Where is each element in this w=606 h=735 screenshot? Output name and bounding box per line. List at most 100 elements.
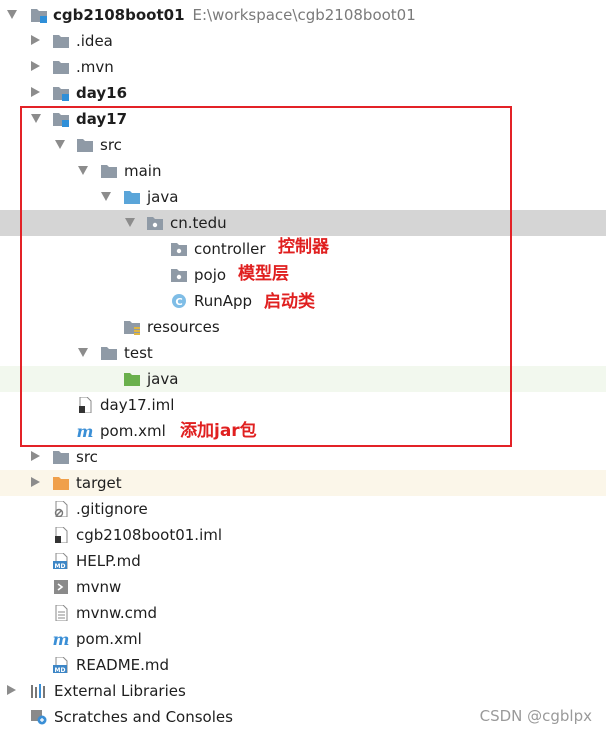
tree-row-gitignore[interactable]: .gitignore — [0, 496, 606, 522]
tree-label-main: main — [124, 162, 162, 180]
tree-label-day17-iml: day17.iml — [100, 396, 175, 414]
chevron-down-icon[interactable] — [7, 10, 17, 19]
excluded-folder-icon — [52, 475, 70, 491]
tree-label-mvnw: mvnw — [76, 578, 122, 596]
tree-row-external-libraries[interactable]: External Libraries — [0, 678, 606, 704]
folder-icon — [100, 345, 118, 361]
tree-row-day17-iml[interactable]: day17.iml — [0, 392, 606, 418]
tree-label-root: cgb2108boot01 E:\workspace\cgb2108boot01 — [53, 2, 416, 28]
tree-row-readme[interactable]: README.md — [0, 652, 606, 678]
annotation-runapp: 启动类 — [264, 292, 315, 312]
folder-icon — [76, 137, 94, 153]
tree-row-day17-pom[interactable]: pom.xml — [0, 418, 606, 444]
tree-label-idea: .idea — [76, 32, 113, 50]
chevron-down-icon[interactable] — [31, 114, 41, 123]
tree-label-gitignore: .gitignore — [76, 500, 148, 518]
annotation-controller: 控制器 — [278, 237, 329, 257]
tree-label-resources: resources — [147, 318, 220, 336]
tree-label-root-pom: pom.xml — [76, 630, 142, 648]
chevron-right-icon[interactable] — [31, 61, 40, 71]
tree-label-root-src: src — [76, 448, 98, 466]
tree-row-src[interactable]: src — [0, 132, 606, 158]
tree-row-pojo[interactable]: pojo — [0, 262, 606, 288]
tree-label-test-java: java — [147, 370, 179, 388]
tree-row-root-iml[interactable]: cgb2108boot01.iml — [0, 522, 606, 548]
source-folder-icon — [123, 189, 141, 205]
file-icon — [76, 397, 94, 413]
tree-label-day16: day16 — [76, 84, 128, 102]
text-file-icon — [52, 605, 70, 621]
maven-icon — [76, 423, 94, 439]
tree-label-readme: README.md — [76, 656, 170, 674]
chevron-right-icon[interactable] — [31, 451, 40, 461]
scratches-icon — [30, 709, 48, 725]
root-name: cgb2108boot01 — [53, 6, 185, 24]
tree-row-mvnw-cmd[interactable]: mvnw.cmd — [0, 600, 606, 626]
watermark: CSDN @cgblpx — [479, 707, 592, 725]
file-icon — [52, 527, 70, 543]
module-folder-icon — [52, 85, 70, 101]
tree-label-day17-pom: pom.xml — [100, 422, 166, 440]
class-icon — [170, 293, 188, 309]
resources-folder-icon — [123, 319, 141, 335]
chevron-right-icon[interactable] — [31, 87, 40, 97]
package-icon — [170, 267, 188, 283]
chevron-down-icon[interactable] — [125, 218, 135, 227]
tree-row-cn-tedu[interactable]: cn.tedu — [0, 210, 606, 236]
markdown-icon — [52, 553, 70, 569]
maven-icon — [52, 631, 70, 647]
tree-label-help-md: HELP.md — [76, 552, 141, 570]
tree-label-java: java — [147, 188, 179, 206]
chevron-right-icon[interactable] — [31, 477, 40, 487]
tree-row-mvnw[interactable]: mvnw — [0, 574, 606, 600]
tree-label-mvnw-cmd: mvnw.cmd — [76, 604, 158, 622]
tree-row-resources[interactable]: resources — [0, 314, 606, 340]
tree-label-root-iml: cgb2108boot01.iml — [76, 526, 223, 544]
markdown-icon — [52, 657, 70, 673]
library-icon — [30, 683, 48, 699]
chevron-down-icon[interactable] — [78, 166, 88, 175]
tree-label-cn-tedu: cn.tedu — [170, 214, 227, 232]
tree-row-root[interactable]: cgb2108boot01 E:\workspace\cgb2108boot01 — [0, 2, 606, 28]
chevron-down-icon[interactable] — [55, 140, 65, 149]
chevron-right-icon[interactable] — [31, 35, 40, 45]
tree-row-mvn[interactable]: .mvn — [0, 54, 606, 80]
tree-row-day17[interactable]: day17 — [0, 106, 606, 132]
folder-icon — [52, 449, 70, 465]
root-path: E:\workspace\cgb2108boot01 — [192, 6, 416, 24]
tree-label-test: test — [124, 344, 153, 362]
annotation-pom: 添加jar包 — [180, 421, 257, 441]
tree-label-src: src — [100, 136, 122, 154]
folder-icon — [52, 33, 70, 49]
annotation-pojo: 模型层 — [238, 264, 289, 284]
tree-row-idea[interactable]: .idea — [0, 28, 606, 54]
tree-row-root-pom[interactable]: pom.xml — [0, 626, 606, 652]
tree-row-day16[interactable]: day16 — [0, 80, 606, 106]
tree-label-external-libraries: External Libraries — [54, 682, 186, 700]
tree-label-runapp: RunApp — [194, 292, 253, 310]
terminal-icon — [52, 579, 70, 595]
tree-row-target[interactable]: target — [0, 470, 606, 496]
package-icon — [170, 241, 188, 257]
tree-row-help-md[interactable]: HELP.md — [0, 548, 606, 574]
module-folder-icon — [30, 7, 48, 23]
chevron-down-icon[interactable] — [101, 192, 111, 201]
package-icon — [146, 215, 164, 231]
test-folder-icon — [123, 371, 141, 387]
chevron-right-icon[interactable] — [7, 685, 16, 695]
folder-icon — [52, 59, 70, 75]
module-folder-icon — [52, 111, 70, 127]
tree-label-mvn: .mvn — [76, 58, 114, 76]
tree-label-day17: day17 — [76, 110, 128, 128]
tree-row-root-src[interactable]: src — [0, 444, 606, 470]
tree-row-main[interactable]: main — [0, 158, 606, 184]
tree-row-test-java[interactable]: java — [0, 366, 606, 392]
folder-icon — [100, 163, 118, 179]
tree-label-pojo: pojo — [194, 266, 227, 284]
gitignore-icon — [52, 501, 70, 517]
tree-label-target: target — [76, 474, 122, 492]
tree-row-java[interactable]: java — [0, 184, 606, 210]
tree-label-controller: controller — [194, 240, 266, 258]
tree-row-test[interactable]: test — [0, 340, 606, 366]
chevron-down-icon[interactable] — [78, 348, 88, 357]
